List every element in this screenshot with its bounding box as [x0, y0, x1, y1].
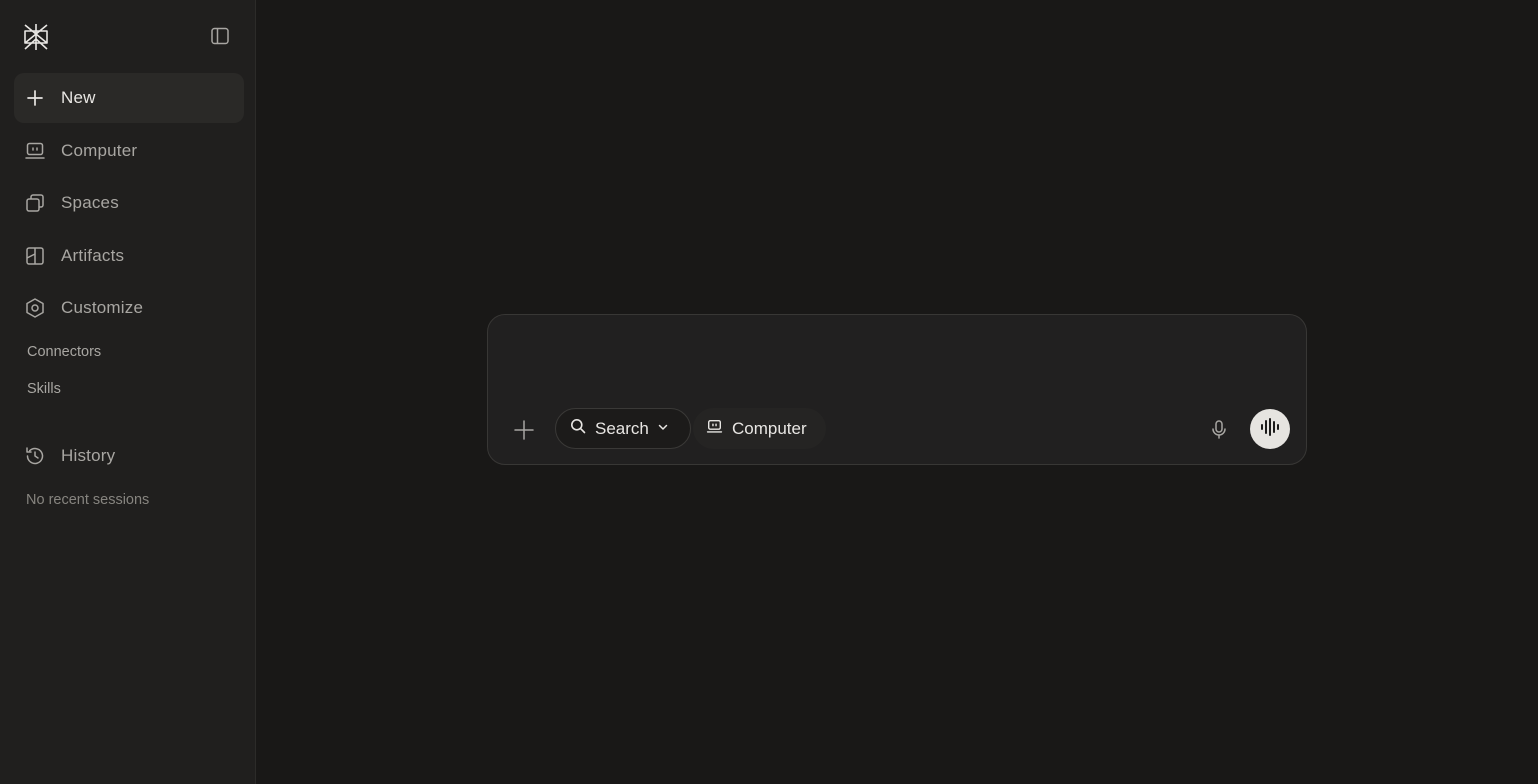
- voice-mode-button[interactable]: [1250, 409, 1290, 449]
- artifacts-icon: [24, 245, 46, 267]
- customize-icon: [24, 297, 46, 319]
- nav-label-new: New: [61, 88, 96, 107]
- nav-label-computer: Computer: [61, 141, 138, 160]
- sidebar-item-history[interactable]: History: [14, 431, 244, 481]
- sidebar-item-connectors[interactable]: Connectors: [27, 344, 101, 360]
- voice-waveform-icon: [1259, 417, 1281, 442]
- sidebar: New Computer Spaces Artifacts Customize …: [0, 0, 256, 784]
- sidebar-item-spaces[interactable]: Spaces: [14, 178, 244, 228]
- nav-label-spaces: Spaces: [61, 193, 119, 212]
- plus-icon: [24, 87, 46, 109]
- history-empty-note: No recent sessions: [26, 492, 150, 508]
- search-mode-label: Search: [595, 418, 649, 438]
- microphone-icon[interactable]: [1208, 418, 1230, 440]
- new-button[interactable]: New: [14, 73, 244, 123]
- sidebar-toggle-icon[interactable]: [210, 26, 230, 46]
- computer-icon: [24, 140, 46, 162]
- nav-label-history: History: [61, 446, 116, 465]
- computer-icon: [706, 418, 723, 440]
- sidebar-item-computer[interactable]: Computer: [14, 126, 244, 176]
- nav-label-customize: Customize: [61, 298, 144, 317]
- sidebar-item-artifacts[interactable]: Artifacts: [14, 231, 244, 281]
- attach-plus-icon[interactable]: [512, 418, 536, 442]
- spaces-icon: [24, 192, 46, 214]
- app-window: New Computer Spaces Artifacts Customize …: [0, 0, 1538, 784]
- sidebar-item-skills[interactable]: Skills: [27, 381, 61, 397]
- search-mode-dropdown[interactable]: Search: [555, 408, 691, 449]
- chevron-down-icon: [657, 420, 669, 438]
- computer-mode-button[interactable]: Computer: [693, 408, 826, 449]
- search-icon: [570, 418, 586, 439]
- sidebar-item-customize[interactable]: Customize: [14, 283, 244, 333]
- perplexity-logo-icon[interactable]: [22, 22, 50, 52]
- prompt-composer[interactable]: Search Computer: [487, 314, 1307, 465]
- computer-mode-label: Computer: [732, 418, 807, 438]
- main-area: Search Computer: [256, 0, 1538, 784]
- history-icon: [24, 445, 46, 467]
- nav-label-artifacts: Artifacts: [61, 246, 125, 265]
